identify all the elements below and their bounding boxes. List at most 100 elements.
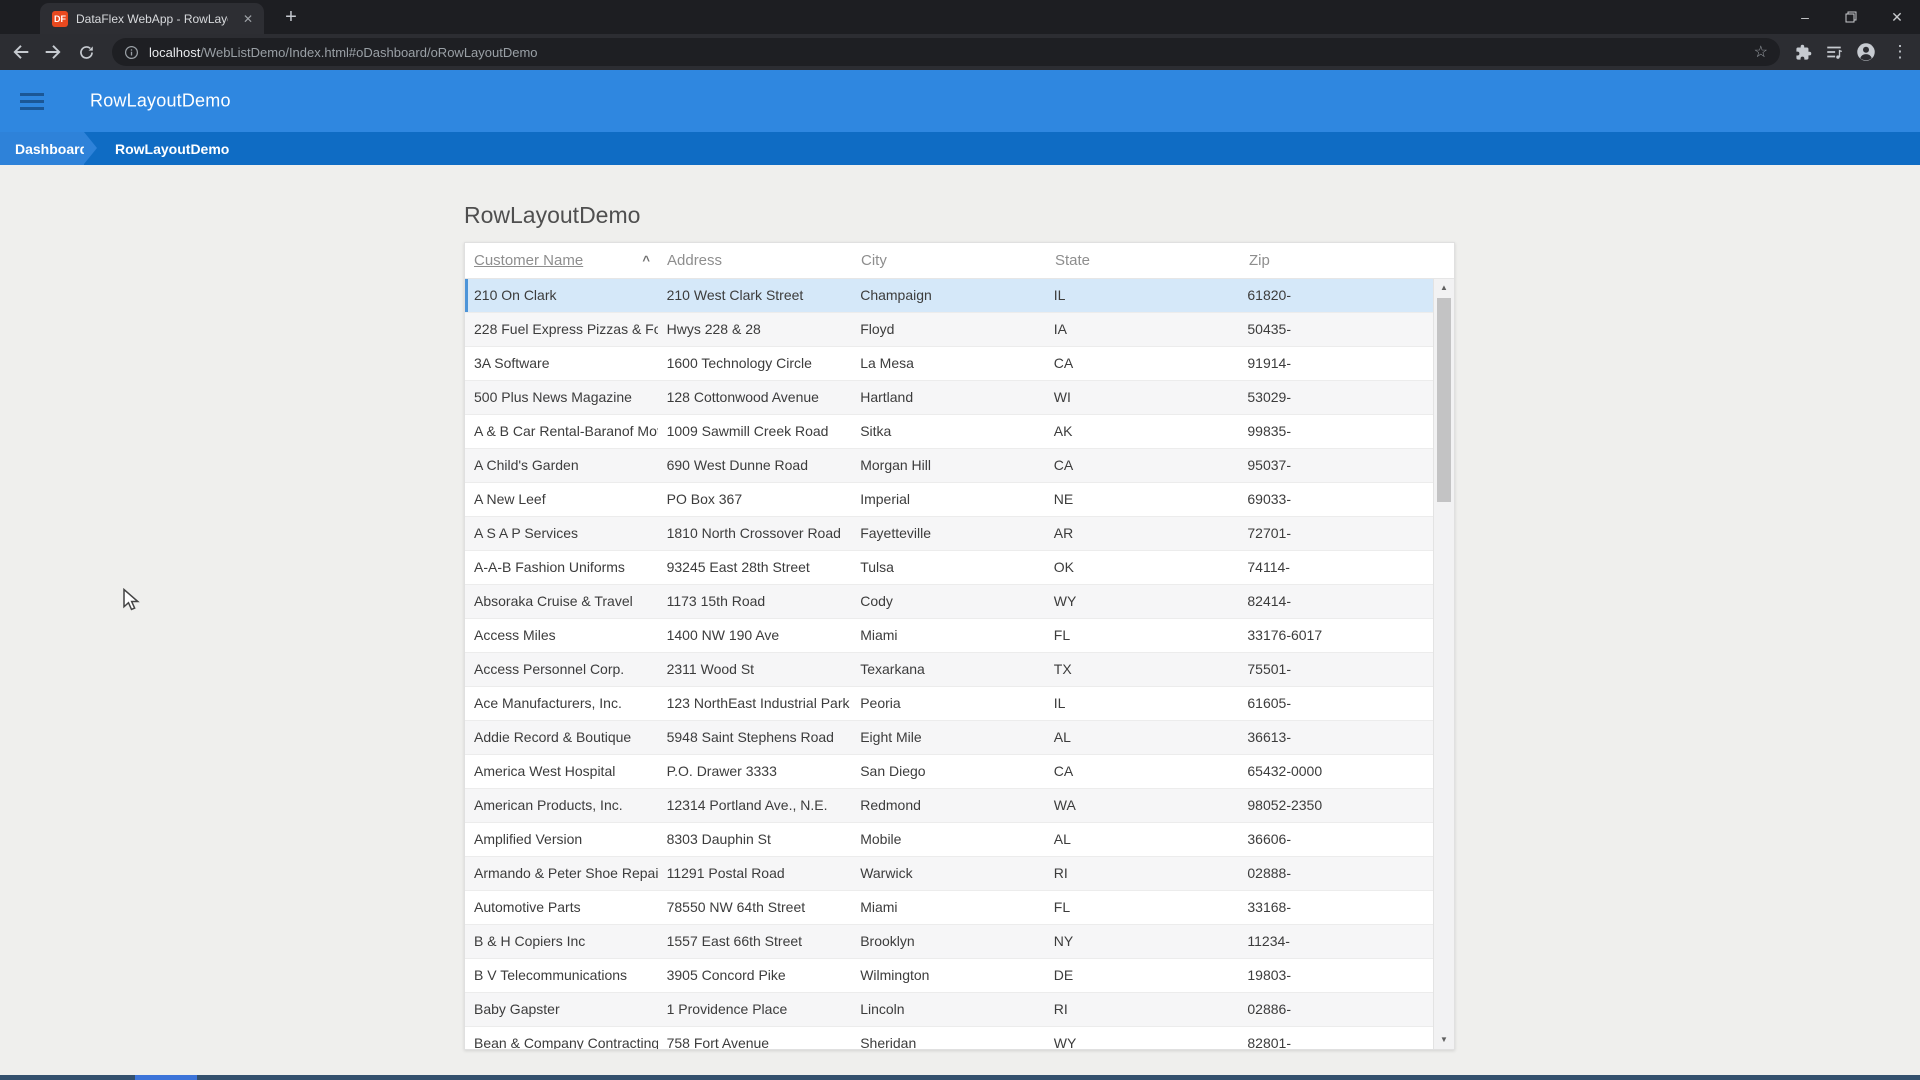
- table-cell: La Mesa: [851, 347, 1045, 380]
- screen: DF DataFlex WebApp - RowLayoutD ✕ + – ✕: [0, 0, 1920, 1080]
- browser-menu-icon[interactable]: ⋮: [1888, 40, 1912, 64]
- extensions-button[interactable]: [1791, 40, 1815, 64]
- table-header-row: Customer Name ^ Address City State Zip: [465, 243, 1454, 279]
- browser-tab[interactable]: DF DataFlex WebApp - RowLayoutD ✕: [40, 3, 264, 34]
- back-button[interactable]: [6, 37, 36, 67]
- table-cell: 61605-: [1238, 687, 1433, 720]
- table-row[interactable]: A Child's Garden690 West Dunne RoadMorga…: [465, 449, 1433, 483]
- table-cell: Miami: [851, 891, 1045, 924]
- reload-icon: [78, 44, 95, 61]
- table-row[interactable]: 500 Plus News Magazine128 Cottonwood Ave…: [465, 381, 1433, 415]
- media-controls-button[interactable]: [1822, 40, 1846, 64]
- table-cell: RI: [1045, 993, 1239, 1026]
- table-cell: TX: [1045, 653, 1239, 686]
- table-cell: 123 NorthEast Industrial Park: [658, 687, 852, 720]
- column-header-label: Customer Name: [474, 252, 583, 269]
- table-cell: Bean & Company Contracting: [465, 1027, 658, 1049]
- table-row[interactable]: Bean & Company Contracting758 Fort Avenu…: [465, 1027, 1433, 1049]
- bookmark-star-icon[interactable]: ☆: [1754, 42, 1768, 62]
- scrollbar-thumb[interactable]: [1437, 298, 1451, 502]
- column-header-city[interactable]: City: [852, 252, 1046, 269]
- profile-avatar[interactable]: [1854, 40, 1878, 64]
- window-minimize-button[interactable]: –: [1782, 0, 1828, 34]
- table-cell: 02888-: [1238, 857, 1433, 890]
- table-cell: A New Leef: [465, 483, 658, 516]
- table-cell: 1 Providence Place: [658, 993, 852, 1026]
- forward-arrow-icon: [44, 43, 62, 61]
- window-maximize-button[interactable]: [1828, 0, 1874, 34]
- table-cell: 33176-6017: [1238, 619, 1433, 652]
- table-cell: 95037-: [1238, 449, 1433, 482]
- table-cell: Miami: [851, 619, 1045, 652]
- table-row[interactable]: Access Miles1400 NW 190 AveMiamiFL33176-…: [465, 619, 1433, 653]
- table-cell: NE: [1045, 483, 1239, 516]
- tab-close-icon[interactable]: ✕: [240, 11, 256, 27]
- scroll-up-icon[interactable]: ▲: [1434, 279, 1454, 297]
- table-row[interactable]: Absoraka Cruise & Travel1173 15th RoadCo…: [465, 585, 1433, 619]
- table-cell: 93245 East 28th Street: [658, 551, 852, 584]
- url-bar[interactable]: localhost/WebListDemo/Index.html#oDashbo…: [112, 38, 1780, 66]
- hamburger-menu-icon[interactable]: [20, 93, 44, 110]
- reload-button[interactable]: [71, 37, 101, 67]
- table-cell: FL: [1045, 619, 1239, 652]
- table-cell: 36613-: [1238, 721, 1433, 754]
- table-cell: 02886-: [1238, 993, 1433, 1026]
- table-cell: 50435-: [1238, 313, 1433, 346]
- table-cell: 11234-: [1238, 925, 1433, 958]
- table-row[interactable]: Armando & Peter Shoe Repair11291 Postal …: [465, 857, 1433, 891]
- table-cell: 690 West Dunne Road: [658, 449, 852, 482]
- table-row[interactable]: Amplified Version8303 Dauphin StMobileAL…: [465, 823, 1433, 857]
- table-cell: 99835-: [1238, 415, 1433, 448]
- table-cell: Sheridan: [851, 1027, 1045, 1049]
- table-row[interactable]: A-A-B Fashion Uniforms93245 East 28th St…: [465, 551, 1433, 585]
- table-scrollbar[interactable]: ▲ ▼: [1433, 279, 1454, 1049]
- table-row[interactable]: America West HospitalP.O. Drawer 3333San…: [465, 755, 1433, 789]
- dataflex-favicon-icon: DF: [52, 11, 68, 27]
- table-cell: 3A Software: [465, 347, 658, 380]
- browser-toolbar: localhost/WebListDemo/Index.html#oDashbo…: [0, 34, 1920, 70]
- table-row[interactable]: 210 On Clark210 West Clark StreetChampai…: [465, 279, 1433, 313]
- table-cell: 65432-0000: [1238, 755, 1433, 788]
- table-row[interactable]: American Products, Inc.12314 Portland Av…: [465, 789, 1433, 823]
- table-row[interactable]: A New LeefPO Box 367ImperialNE69033-: [465, 483, 1433, 517]
- table-row[interactable]: B & H Copiers Inc1557 East 66th StreetBr…: [465, 925, 1433, 959]
- column-header-zip[interactable]: Zip: [1240, 252, 1435, 269]
- new-tab-button[interactable]: +: [278, 5, 304, 31]
- table-cell: Eight Mile: [851, 721, 1045, 754]
- table-row[interactable]: Automotive Parts78550 NW 64th StreetMiam…: [465, 891, 1433, 925]
- window-close-button[interactable]: ✕: [1874, 0, 1920, 34]
- scroll-down-icon[interactable]: ▼: [1434, 1031, 1454, 1049]
- table-row[interactable]: Ace Manufacturers, Inc.123 NorthEast Ind…: [465, 687, 1433, 721]
- table-cell: 72701-: [1238, 517, 1433, 550]
- table-row[interactable]: 228 Fuel Express Pizzas & FoodHwys 228 &…: [465, 313, 1433, 347]
- table-row[interactable]: 3A Software1600 Technology CircleLa Mesa…: [465, 347, 1433, 381]
- site-info-icon[interactable]: [124, 45, 139, 60]
- table-row[interactable]: Addie Record & Boutique5948 Saint Stephe…: [465, 721, 1433, 755]
- table-cell: IL: [1045, 687, 1239, 720]
- table-row[interactable]: Access Personnel Corp.2311 Wood StTexark…: [465, 653, 1433, 687]
- column-header-address[interactable]: Address: [658, 252, 852, 269]
- page-title: RowLayoutDemo: [464, 202, 640, 229]
- table-cell: 1557 East 66th Street: [658, 925, 852, 958]
- table-cell: AL: [1045, 721, 1239, 754]
- table-cell: Fayetteville: [851, 517, 1045, 550]
- table-cell: Imperial: [851, 483, 1045, 516]
- table-cell: CA: [1045, 449, 1239, 482]
- table-row[interactable]: A & B Car Rental-Baranof Motors1009 Sawm…: [465, 415, 1433, 449]
- table-cell: Absoraka Cruise & Travel: [465, 585, 658, 618]
- forward-button[interactable]: [38, 37, 68, 67]
- table-cell: 500 Plus News Magazine: [465, 381, 658, 414]
- table-row[interactable]: B V Telecommunications3905 Concord PikeW…: [465, 959, 1433, 993]
- table-cell: AR: [1045, 517, 1239, 550]
- column-header-customer-name[interactable]: Customer Name ^: [465, 252, 658, 269]
- table-cell: RI: [1045, 857, 1239, 890]
- table-row[interactable]: Baby Gapster1 Providence PlaceLincolnRI0…: [465, 993, 1433, 1027]
- breadcrumb-item-dashboard[interactable]: Dashboard: [0, 132, 84, 165]
- column-header-state[interactable]: State: [1046, 252, 1240, 269]
- table-row[interactable]: A S A P Services1810 North Crossover Roa…: [465, 517, 1433, 551]
- breadcrumb-item-current[interactable]: RowLayoutDemo: [115, 141, 229, 157]
- table-cell: 53029-: [1238, 381, 1433, 414]
- breadcrumb-arrow: [84, 132, 97, 164]
- table-cell: 33168-: [1238, 891, 1433, 924]
- table-cell: IL: [1045, 279, 1239, 312]
